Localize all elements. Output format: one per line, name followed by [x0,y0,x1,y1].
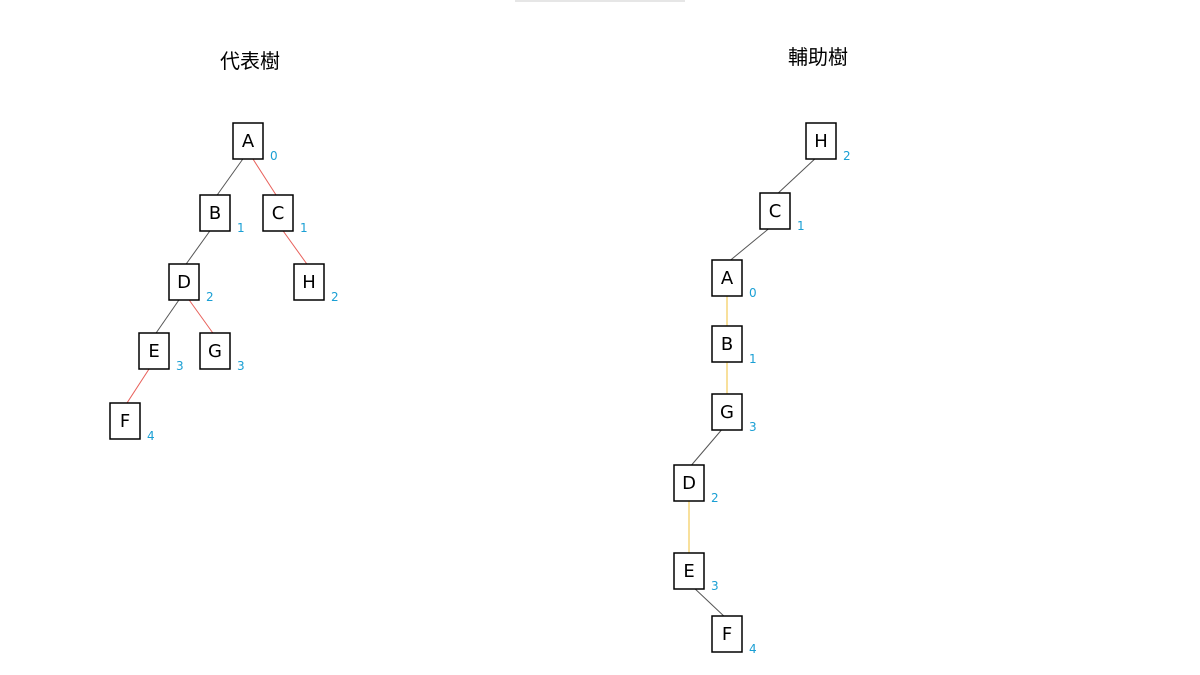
node-label: B [209,203,221,224]
right-tree: H2C1A0B1G3D2E3F4 [673,122,851,656]
node-label: F [722,624,732,645]
edge-h-c [774,155,819,197]
node-label: D [682,473,696,494]
depth-label: 2 [711,491,719,505]
depth-label: 3 [237,359,245,373]
node-label: E [148,341,159,362]
depth-label: 3 [711,579,719,593]
edge-e-f [691,585,728,620]
node-label: G [720,402,734,423]
depth-label: 2 [843,149,851,163]
depth-label: 2 [206,290,214,304]
node-label: F [120,411,130,432]
node-f: F4 [109,402,155,443]
node-label: B [721,334,733,355]
node-g: G3 [199,332,245,373]
edge-g-d [688,426,725,469]
right-tree-title: 輔助樹 [788,45,848,69]
node-label: C [272,203,285,224]
node-d: D2 [168,263,214,304]
left-tree: A0B1C1D2H2E3G3F4 [109,122,339,443]
node-d: D2 [673,464,719,505]
depth-label: 1 [300,221,308,235]
node-label: D [177,272,191,293]
node-b: B1 [711,325,757,366]
node-h: H2 [805,122,851,163]
node-f: F4 [711,615,757,656]
node-c: C1 [262,194,308,235]
node-label: E [683,561,694,582]
depth-label: 1 [749,352,757,366]
node-h: H2 [293,263,339,304]
node-e: E3 [673,552,719,593]
depth-label: 4 [749,642,757,656]
edge-c-a [726,225,773,264]
depth-label: 3 [749,420,757,434]
node-a: A0 [711,259,757,300]
diagram-canvas: 代表樹 輔助樹 A0B1C1D2H2E3G3F4 H2C1A0B1G3D2E3F… [109,45,851,656]
node-c: C1 [759,192,805,233]
depth-label: 3 [176,359,184,373]
node-label: H [302,272,316,293]
depth-label: 1 [797,219,805,233]
edge-a-b [214,155,246,199]
depth-label: 2 [331,290,339,304]
node-label: C [769,201,782,222]
node-label: H [814,131,828,152]
node-label: G [208,341,222,362]
edge-d-e [153,296,182,337]
edge-b-d [183,227,213,268]
node-g: G3 [711,393,757,434]
node-label: A [721,268,734,289]
node-label: A [242,131,255,152]
depth-label: 0 [270,149,278,163]
left-tree-title: 代表樹 [220,49,280,73]
node-e: E3 [138,332,184,373]
node-a: A0 [232,122,278,163]
depth-label: 4 [147,429,155,443]
depth-label: 0 [749,286,757,300]
depth-label: 1 [237,221,245,235]
edge-e-f [124,365,152,407]
node-b: B1 [199,194,245,235]
